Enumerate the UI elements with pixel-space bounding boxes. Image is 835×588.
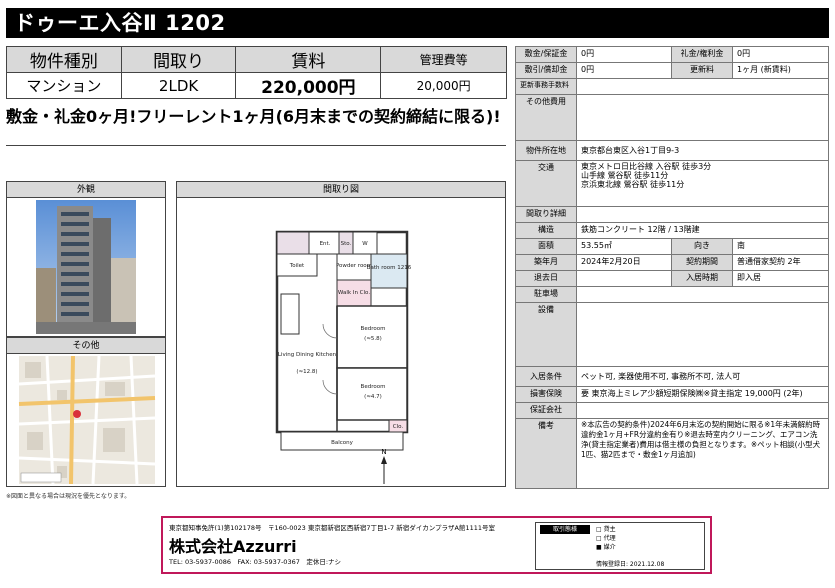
transaction-row: □ 代理 <box>596 535 616 542</box>
agent-footer: 東京都知事免許(1)第102178号 〒160-0023 東京都新宿区西新宿7丁… <box>161 516 712 574</box>
transaction-row: ■ 媒介 <box>596 544 616 551</box>
label-bedroom-1-size: (≈5.8) <box>364 336 382 342</box>
exterior-panel <box>6 197 166 337</box>
value-hoshou <box>576 402 829 419</box>
value-shozaichi: 東京都台東区入谷1丁目9-3 <box>576 140 829 161</box>
value-koushin-jimu <box>576 78 829 95</box>
value-koushin: 1ヶ月 (新賃料) <box>732 62 829 79</box>
value-menseki: 53.55㎡ <box>576 238 672 255</box>
label-chushajo: 駐車場 <box>515 286 577 303</box>
koutsu-line: 東京メトロ日比谷線 入谷駅 徒歩3分 <box>581 162 712 171</box>
map-panel <box>6 353 166 487</box>
label-keiyaku: 契約期間 <box>671 254 733 271</box>
label-shozaichi: 物件所在地 <box>515 140 577 161</box>
value-shikibiki: 0円 <box>576 62 672 79</box>
label-bedroom-2-size: (≈4.7) <box>364 394 382 400</box>
label-shikikin: 敷金/保証金 <box>515 46 577 63</box>
koutsu-line: 京浜東北線 鶯谷駅 徒歩11分 <box>581 180 685 189</box>
value-jouken: ペット可, 楽器使用不可, 事務所不可, 法人可 <box>576 366 829 387</box>
value-setsubi <box>576 302 829 367</box>
label-walkin: Walk In Clo. <box>338 290 370 296</box>
label-hoshou: 保証会社 <box>515 402 577 419</box>
disclaimer-note: ※図面と異なる場合は現況を優先となります。 <box>6 493 131 500</box>
exterior-photo <box>36 200 136 334</box>
header-layout: 間取り <box>120 46 237 73</box>
label-koushin: 更新料 <box>671 62 733 79</box>
label-balcony: Balcony <box>331 440 354 446</box>
area-map <box>18 355 156 485</box>
transaction-type-rows: □ 貸主 □ 代理 ■ 媒介 <box>596 525 616 552</box>
label-sonota: その他費用 <box>515 94 577 141</box>
transaction-type-header: 取引態様 <box>540 525 590 534</box>
floorplan-panel: Ent. Sto. W Toilet Powder room Bath room… <box>176 197 506 487</box>
header-rent: 賃料 <box>235 46 382 73</box>
value-type: マンション <box>6 72 122 99</box>
label-setsubi: 設備 <box>515 302 577 367</box>
property-title: ドゥーエ入谷Ⅱ 1202 <box>6 8 829 38</box>
label-koutsu: 交通 <box>515 160 577 207</box>
value-sonota <box>576 94 829 141</box>
label-bikou: 備考 <box>515 418 577 489</box>
value-keiyaku: 普通借家契約 2年 <box>732 254 829 271</box>
value-reikin: 0円 <box>732 46 829 63</box>
label-ldk: Living Dining Kitchen <box>278 352 337 358</box>
value-koutsu: 東京メトロ日比谷線 入谷駅 徒歩3分 山手線 鶯谷駅 徒歩11分 京浜東北線 鶯… <box>576 160 829 207</box>
label-chikunen: 築年月 <box>515 254 577 271</box>
label-ent: Ent. <box>320 241 331 247</box>
label-reikin: 礼金/権利金 <box>671 46 733 63</box>
label-taikyo: 退去日 <box>515 270 577 287</box>
label-kouzou: 構造 <box>515 222 577 239</box>
label-closet: Clo. <box>393 424 404 430</box>
label-madori-shousai: 間取り詳細 <box>515 206 577 223</box>
label-bedroom-2: Bedroom <box>361 384 386 390</box>
details-table: 敷金/保証金 0円 礼金/権利金 0円 敷引/償却金 0円 更新料 1ヶ月 (新… <box>515 46 829 489</box>
label-ldk-size: (≈12.8) <box>296 369 317 375</box>
other-header: その他 <box>6 337 166 354</box>
floorplan-drawing: Ent. Sto. W Toilet Powder room Bath room… <box>275 230 412 484</box>
label-hoken: 損害保険 <box>515 386 577 403</box>
value-madori-shousai <box>576 206 829 223</box>
value-layout: 2LDK <box>120 72 237 99</box>
value-nyukyo: 即入居 <box>732 270 829 287</box>
label-koushin-jimu: 更新事務手数料 <box>515 78 577 95</box>
label-sto: Sto. <box>341 241 352 247</box>
license-line: 東京都知事免許(1)第102178号 〒160-0023 東京都新宿区西新宿7丁… <box>169 524 495 532</box>
value-kouzou: 鉄筋コンクリート 12階 / 13階建 <box>576 222 829 239</box>
label-toilet: Toilet <box>289 263 305 269</box>
label-nyukyo: 入居時期 <box>671 270 733 287</box>
label-bath: Bath room 1216 <box>367 265 412 271</box>
value-fee: 20,000円 <box>380 72 507 99</box>
label-muki: 向き <box>671 238 733 255</box>
value-bikou: ※本広告の契約条件)2024年6月末迄の契約開始に限る※1年未満解約時違約金1ヶ… <box>576 418 829 489</box>
header-fee: 管理費等 <box>380 46 507 73</box>
value-chikunen: 2024年2月20日 <box>576 254 672 271</box>
location-marker-icon <box>73 410 81 418</box>
label-shikibiki: 敷引/償却金 <box>515 62 577 79</box>
value-shikikin: 0円 <box>576 46 672 63</box>
label-bedroom-1: Bedroom <box>361 326 386 332</box>
label-wm: W <box>362 241 368 247</box>
floorplan-header: 間取り図 <box>176 181 506 198</box>
header-type: 物件種別 <box>6 46 122 73</box>
contact-line: TEL: 03-5937-0086 FAX: 03-5937-0367 定休日:… <box>169 558 342 566</box>
catch-copy: 敷金・礼金0ヶ月!フリーレント1ヶ月(6月末までの契約締結に限る)! <box>6 107 501 126</box>
info-registration-date: 情報登録日: 2021.12.08 <box>596 561 665 568</box>
value-taikyo <box>576 270 672 287</box>
north-arrow-icon: N <box>381 448 387 484</box>
transaction-row: □ 貸主 <box>596 526 616 533</box>
value-muki: 南 <box>732 238 829 255</box>
exterior-header: 外観 <box>6 181 166 198</box>
transaction-type-box: 取引態様 □ 貸主 □ 代理 ■ 媒介 情報登録日: 2021.12.08 <box>535 522 705 570</box>
company-name: 株式会社Azzurri <box>169 537 297 556</box>
koutsu-line: 山手線 鶯谷駅 徒歩11分 <box>581 171 669 180</box>
value-hoken: 要 東京海上ミレア少額短期保険㈱※貸主指定 19,000円 (2年) <box>576 386 829 403</box>
value-chushajo <box>576 286 829 303</box>
summary-table: 物件種別 間取り 賃料 管理費等 マンション 2LDK 220,000円 20,… <box>6 46 507 99</box>
svg-text:N: N <box>381 448 386 456</box>
value-rent: 220,000円 <box>235 72 382 99</box>
label-jouken: 入居条件 <box>515 366 577 387</box>
catch-divider <box>6 145 506 146</box>
label-menseki: 面積 <box>515 238 577 255</box>
